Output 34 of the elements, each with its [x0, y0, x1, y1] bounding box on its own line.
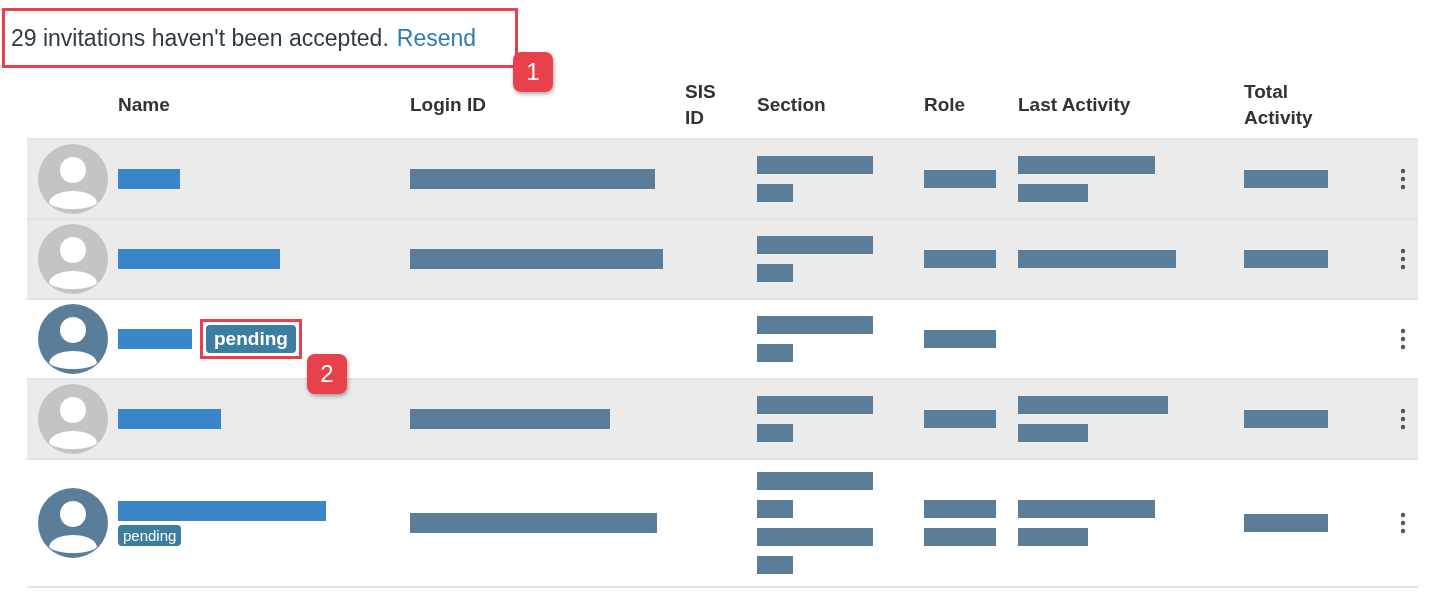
notice-text: 29 invitations haven't been accepted. — [11, 24, 389, 52]
pending-badge: pending — [206, 325, 296, 353]
callout-badge: 1 — [513, 52, 553, 92]
column-header: Last Activity — [1018, 93, 1132, 117]
pending-badge: pending — [118, 524, 182, 546]
redacted-section — [757, 264, 793, 282]
more-options-icon[interactable] — [1400, 328, 1406, 350]
redacted-role — [924, 330, 996, 348]
redacted-activity — [1018, 424, 1088, 442]
column-header: Total Activity — [1244, 80, 1314, 130]
more-options-icon[interactable] — [1400, 512, 1406, 534]
column-header: Role — [924, 93, 967, 117]
redacted-role — [924, 528, 996, 546]
more-options-icon[interactable] — [1400, 168, 1406, 190]
redacted-section — [757, 424, 793, 442]
redacted-role — [924, 250, 996, 268]
column-header: Name — [118, 93, 171, 117]
redacted-section — [757, 500, 793, 518]
column-header: SIS ID — [685, 80, 717, 130]
redacted-role — [924, 500, 996, 518]
column-header: Login ID — [410, 93, 487, 117]
redacted-activity — [1018, 528, 1088, 546]
redacted-role — [924, 170, 996, 188]
redacted-section — [757, 556, 793, 574]
more-options-icon[interactable] — [1400, 408, 1406, 430]
more-options-icon[interactable] — [1400, 248, 1406, 270]
redacted-role — [924, 410, 996, 428]
redacted-name[interactable] — [118, 500, 326, 521]
redacted-section — [757, 184, 793, 202]
callout-badge: 2 — [307, 354, 347, 394]
column-header: Section — [757, 93, 827, 117]
resend-link[interactable]: Resend — [396, 24, 477, 52]
redacted-section — [757, 344, 793, 362]
redacted-activity — [1018, 184, 1088, 202]
